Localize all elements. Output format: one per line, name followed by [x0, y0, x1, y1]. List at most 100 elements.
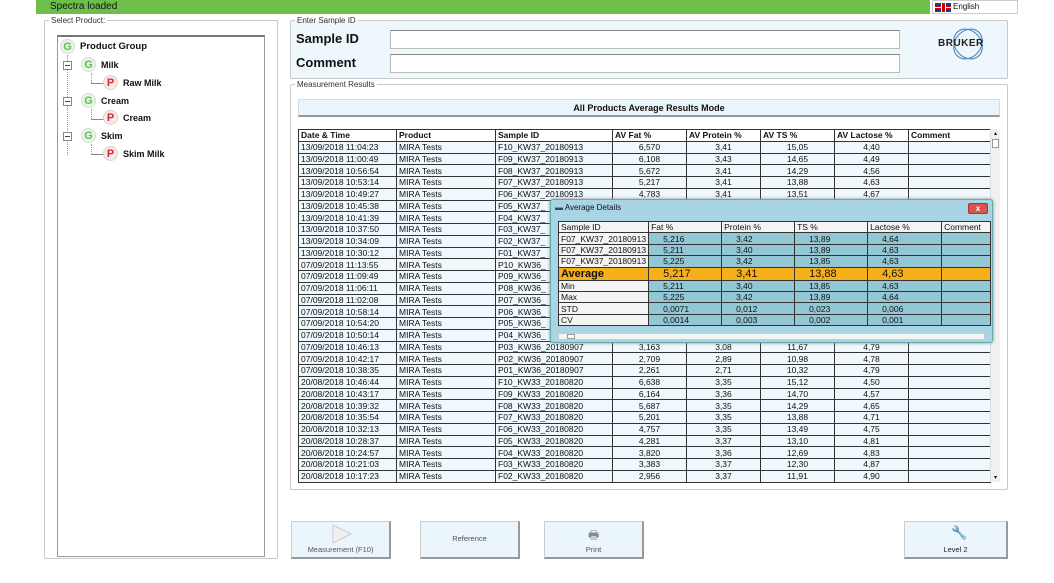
column-header: TS %	[794, 220, 869, 234]
detail-cell: 4,64	[867, 232, 943, 245]
detail-cell: 5,217	[648, 266, 723, 281]
table-cell: 3,35	[686, 411, 761, 424]
measurement-button[interactable]: Measurement (F10)	[291, 521, 391, 559]
scroll-thumb[interactable]	[992, 139, 999, 148]
table-cell: MIRA Tests	[396, 340, 496, 354]
table-cell: MIRA Tests	[396, 211, 496, 224]
column-header: AV TS %	[760, 129, 835, 142]
detail-cell: F07_KW37_20180913	[557, 255, 650, 268]
tree-item-product-group[interactable]: G Product Group	[60, 39, 147, 54]
table-cell	[908, 164, 991, 177]
table-cell: 20/08/2018 10:24:57	[298, 446, 397, 459]
table-cell: 3,41	[686, 140, 761, 154]
table-cell: 6,638	[612, 375, 687, 389]
detail-cell: Min	[557, 279, 650, 292]
tree-item-raw-milk[interactable]: P Raw Milk	[103, 75, 162, 90]
table-cell	[908, 152, 991, 166]
table-cell: 13,49	[760, 422, 835, 436]
table-row[interactable]: 20/08/2018 10:28:37 MIRA Tests F05_KW33_20…	[298, 434, 991, 448]
table-cell: 3,37	[686, 434, 761, 448]
uk-flag-icon	[935, 3, 951, 12]
reference-button[interactable]: Reference	[420, 521, 520, 559]
detail-cell: 0,002	[794, 313, 869, 327]
table-row[interactable]: 13/09/2018 11:00:49 MIRA Tests F09_KW37_20…	[298, 152, 991, 166]
table-cell	[908, 469, 991, 483]
table-cell: 13/09/2018 10:30:12	[298, 246, 397, 260]
tree-item-skim[interactable]: G Skim	[81, 128, 123, 143]
table-cell: MIRA Tests	[396, 152, 496, 166]
table-cell	[908, 140, 991, 154]
collapse-milk-toggle[interactable]	[63, 61, 72, 70]
table-row[interactable]: 13/09/2018 10:56:54 MIRA Tests F08_KW37_20…	[298, 164, 991, 177]
detail-cell: F07_KW37_20180913	[557, 232, 650, 245]
table-cell: 6,570	[612, 140, 687, 154]
table-row[interactable]: 20/08/2018 10:43:17 MIRA Tests F09_KW33_20…	[298, 387, 991, 401]
table-row[interactable]: 20/08/2018 10:39:32 MIRA Tests F08_KW33_20…	[298, 399, 991, 412]
detail-cell: 5,211	[648, 243, 723, 257]
comment-input[interactable]	[390, 54, 900, 73]
table-row[interactable]: 20/08/2018 10:17:23 MIRA Tests F02_KW33_20…	[298, 469, 991, 483]
table-cell: MIRA Tests	[396, 164, 496, 177]
table-cell: 4,49	[834, 152, 909, 166]
table-row[interactable]: 07/09/2018 10:42:17 MIRA Tests P02_KW36_20…	[298, 352, 991, 365]
table-cell: 13,88	[760, 176, 835, 189]
table-cell: MIRA Tests	[396, 176, 496, 189]
detail-cell: 5,216	[648, 232, 723, 245]
scroll-thumb[interactable]	[567, 334, 575, 339]
language-selector[interactable]: English	[932, 0, 1018, 14]
table-cell: 07/09/2018 10:42:17	[298, 352, 397, 365]
level-button[interactable]: 🔧 Level 2	[904, 521, 1008, 559]
window-icon: ▬	[555, 203, 565, 212]
print-button[interactable]: 🖶 Print	[544, 521, 644, 559]
results-mode-banner: All Products Average Results Mode	[298, 99, 1000, 117]
detail-cell	[941, 243, 992, 257]
column-header: AV Protein %	[686, 129, 761, 142]
table-row[interactable]: 20/08/2018 10:21:03 MIRA Tests F03_KW33_20…	[298, 458, 991, 471]
table-cell: F08_KW33_20180820	[495, 399, 613, 412]
scroll-up-icon[interactable]: ▴	[991, 130, 1000, 137]
detail-cell: 0,001	[867, 313, 943, 327]
tree-item-cream-group[interactable]: G Cream	[81, 93, 129, 108]
product-tree[interactable]: G Product Group G Milk P Raw Milk G Cream PC…	[57, 35, 265, 557]
average-details-table: Sample ID Fat % Protein % TS % Lactose % Comm…	[557, 220, 992, 327]
play-icon	[332, 524, 353, 544]
table-row[interactable]: 20/08/2018 10:46:44 MIRA Tests F10_KW33_20…	[298, 375, 991, 389]
table-row[interactable]: 13/09/2018 11:04:23 MIRA Tests F10_KW37_20…	[298, 140, 991, 154]
detail-cell: 4,63	[867, 255, 943, 268]
table-cell: MIRA Tests	[396, 234, 496, 248]
table-cell: 20/08/2018 10:35:54	[298, 411, 397, 424]
tree-item-cream[interactable]: P Cream	[103, 110, 151, 125]
table-cell	[908, 375, 991, 389]
table-row[interactable]: 20/08/2018 10:32:13 MIRA Tests F06_KW33_20…	[298, 422, 991, 436]
detail-cell: 5,225	[648, 255, 723, 268]
table-cell: MIRA Tests	[396, 399, 496, 412]
table-cell: 13/09/2018 10:41:39	[298, 211, 397, 224]
scroll-down-icon[interactable]: ▾	[991, 474, 1000, 481]
sample-id-input[interactable]	[390, 30, 900, 49]
table-cell: MIRA Tests	[396, 411, 496, 424]
table-cell: P01_KW36_20180907	[495, 364, 613, 377]
table-cell: MIRA Tests	[396, 281, 496, 295]
detail-cell	[941, 279, 992, 292]
table-row[interactable]: 07/09/2018 10:38:35 MIRA Tests P01_KW36_20…	[298, 364, 991, 377]
tree-item-milk[interactable]: G Milk	[81, 57, 119, 72]
table-row[interactable]: 20/08/2018 10:35:54 MIRA Tests F07_KW33_20…	[298, 411, 991, 424]
detail-cell: 3,40	[721, 279, 796, 292]
tree-item-skim-milk[interactable]: P Skim Milk	[103, 146, 165, 161]
table-cell: 07/09/2018 10:58:14	[298, 305, 397, 318]
table-row[interactable]: 20/08/2018 10:24:57 MIRA Tests F04_KW33_20…	[298, 446, 991, 459]
dialog-horizontal-scrollbar[interactable]	[558, 333, 985, 340]
table-cell: 12,69	[760, 446, 835, 459]
table-row[interactable]: 13/09/2018 10:53:14 MIRA Tests F07_KW37_20…	[298, 176, 991, 189]
table-cell: MIRA Tests	[396, 352, 496, 365]
collapse-skim-toggle[interactable]	[63, 132, 72, 141]
results-legend: Measurement Results	[297, 80, 375, 89]
table-cell: MIRA Tests	[396, 434, 496, 448]
detail-row: F07_KW37_20180913 5,211 3,40 13,89 4,63	[557, 243, 992, 257]
close-button[interactable]: x	[968, 203, 988, 214]
select-product-legend: Select Product:	[51, 16, 106, 25]
table-cell: F05_KW33_20180820	[495, 434, 613, 448]
detail-cell: 0,006	[867, 302, 943, 315]
collapse-cream-toggle[interactable]	[63, 97, 72, 106]
table-cell: F08_KW37_20180913	[495, 164, 613, 177]
